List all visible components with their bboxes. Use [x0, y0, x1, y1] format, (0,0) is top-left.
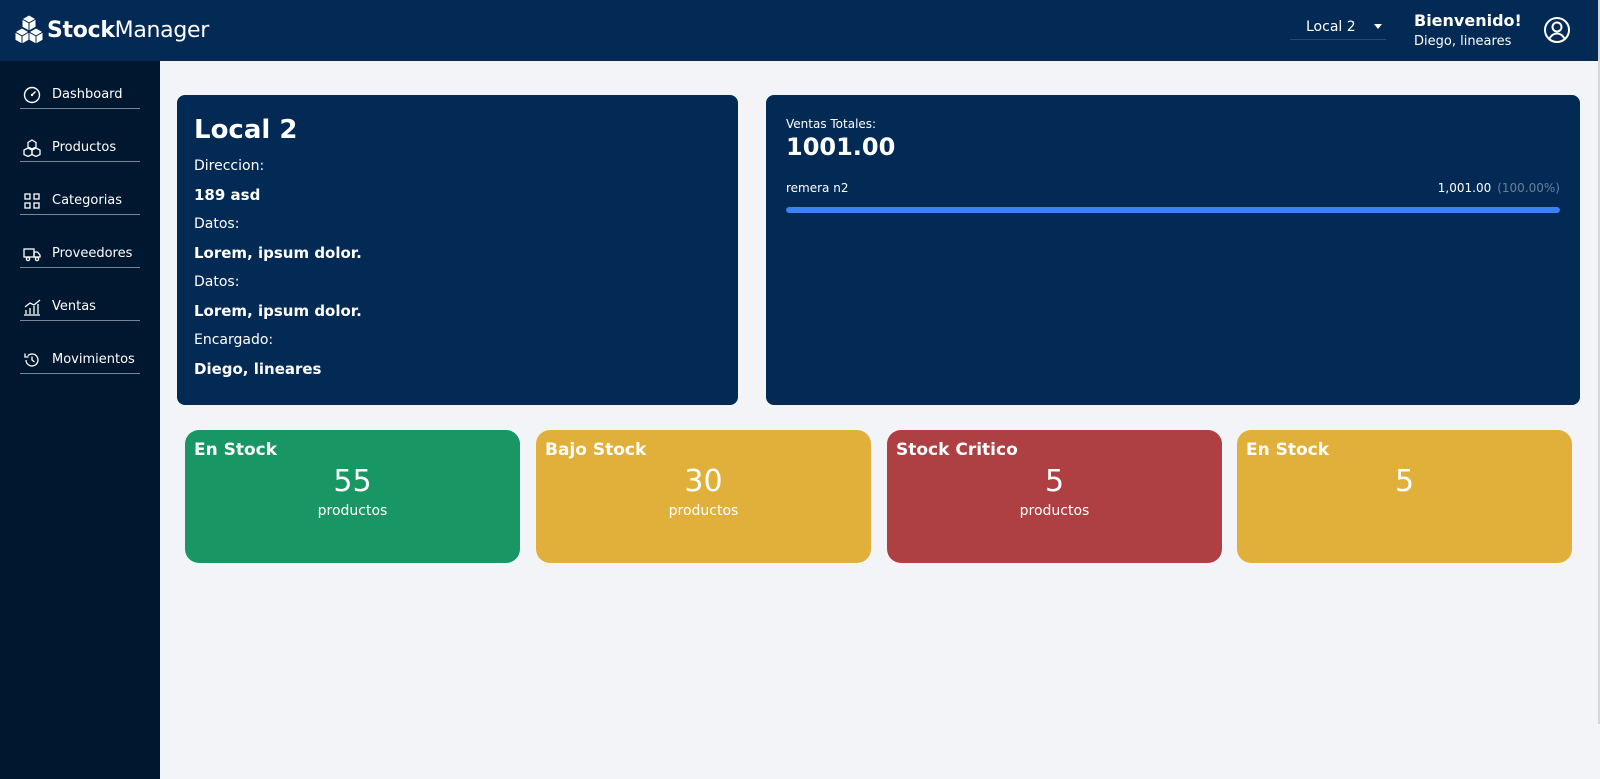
stat-value: 55	[333, 464, 372, 499]
welcome-title: Bienvenido!	[1414, 11, 1522, 30]
sales-item-amount-group: 1,001.00 (100.00%)	[1438, 181, 1560, 195]
local-title: Local 2	[194, 115, 298, 145]
stat-card-stock-critico[interactable]: Stock Critico 5 productos	[887, 430, 1222, 563]
sales-card: Ventas Totales: 1001.00 remera n2 1,001.…	[766, 95, 1580, 405]
stat-unit: productos	[317, 503, 388, 519]
stat-value: 30	[684, 464, 723, 499]
datos-label: Datos:	[194, 216, 240, 232]
sidebar-item-label: Ventas	[52, 299, 96, 314]
stat-card-en-stock[interactable]: En Stock 55 productos	[185, 430, 520, 563]
sidebar-item-label: Dashboard	[52, 87, 123, 102]
sidebar-item-categorias[interactable]: Categorias	[20, 187, 140, 215]
sales-total-value: 1001.00	[786, 133, 896, 161]
local-select[interactable]: Local 2	[1290, 14, 1386, 40]
stat-title: Stock Critico	[896, 440, 1018, 460]
sidebar-item-label: Categorias	[52, 193, 123, 208]
direccion-value: 189 asd	[194, 186, 261, 204]
chevron-down-icon	[1374, 24, 1382, 29]
stat-unit: productos	[668, 503, 739, 519]
stat-title: En Stock	[194, 440, 278, 460]
sidebar-item-ventas[interactable]: Ventas	[20, 293, 140, 321]
stat-value: 5	[1394, 464, 1415, 499]
welcome-user: Diego, lineares	[1414, 34, 1512, 49]
cubes-logo-icon	[14, 14, 44, 45]
sales-progress-fill	[786, 207, 1560, 213]
stat-card-bajo-stock[interactable]: Bajo Stock 30 productos	[536, 430, 871, 563]
datos-value: Lorem, ipsum dolor.	[194, 244, 362, 262]
chart-icon	[24, 299, 41, 316]
sales-progress-bar	[786, 207, 1560, 213]
stat-title: En Stock	[1246, 440, 1330, 460]
stat-card-en-stock-2[interactable]: En Stock 5	[1237, 430, 1572, 563]
sidebar: Dashboard Productos Categorias Proveedor…	[0, 61, 160, 779]
user-account-icon[interactable]	[1543, 16, 1571, 44]
top-bar: StockManager Local 2 Bienvenido! Diego, …	[0, 0, 1600, 61]
local-info-card: Local 2 Direccion: 189 asd Datos: Lorem,…	[177, 95, 738, 405]
sidebar-item-label: Movimientos	[52, 352, 135, 367]
history-icon	[24, 352, 39, 367]
stat-title: Bajo Stock	[545, 440, 647, 460]
sales-total-label: Ventas Totales:	[786, 117, 877, 131]
welcome-block: Bienvenido! Diego, lineares	[1414, 11, 1522, 49]
local-select-value: Local 2	[1306, 18, 1356, 35]
cubes-icon	[23, 138, 41, 157]
sidebar-item-proveedores[interactable]: Proveedores	[20, 240, 140, 268]
stat-unit: productos	[1019, 503, 1090, 519]
sidebar-item-dashboard[interactable]: Dashboard	[20, 81, 140, 109]
datos-value: Lorem, ipsum dolor.	[194, 302, 362, 320]
sales-item-row: remera n2 1,001.00 (100.00%)	[786, 181, 1560, 195]
sales-item-amount: 1,001.00	[1437, 181, 1492, 195]
encargado-value: Diego, lineares	[194, 360, 322, 378]
app-logo[interactable]: StockManager	[14, 14, 209, 46]
sales-item-name: remera n2	[786, 181, 849, 195]
sidebar-item-label: Proveedores	[52, 246, 133, 261]
stat-value: 5	[1044, 464, 1065, 499]
sidebar-item-productos[interactable]: Productos	[20, 134, 140, 162]
sales-item-percent: (100.00%)	[1497, 181, 1560, 195]
direccion-label: Direccion:	[194, 158, 265, 174]
sidebar-item-movimientos[interactable]: Movimientos	[20, 346, 140, 374]
grid-icon	[24, 192, 40, 209]
sidebar-item-label: Productos	[52, 140, 117, 155]
datos-label: Datos:	[194, 274, 240, 290]
app-title: StockManager	[47, 17, 209, 43]
truck-icon	[23, 247, 41, 261]
encargado-label: Encargado:	[194, 332, 274, 348]
gauge-icon	[23, 86, 41, 103]
